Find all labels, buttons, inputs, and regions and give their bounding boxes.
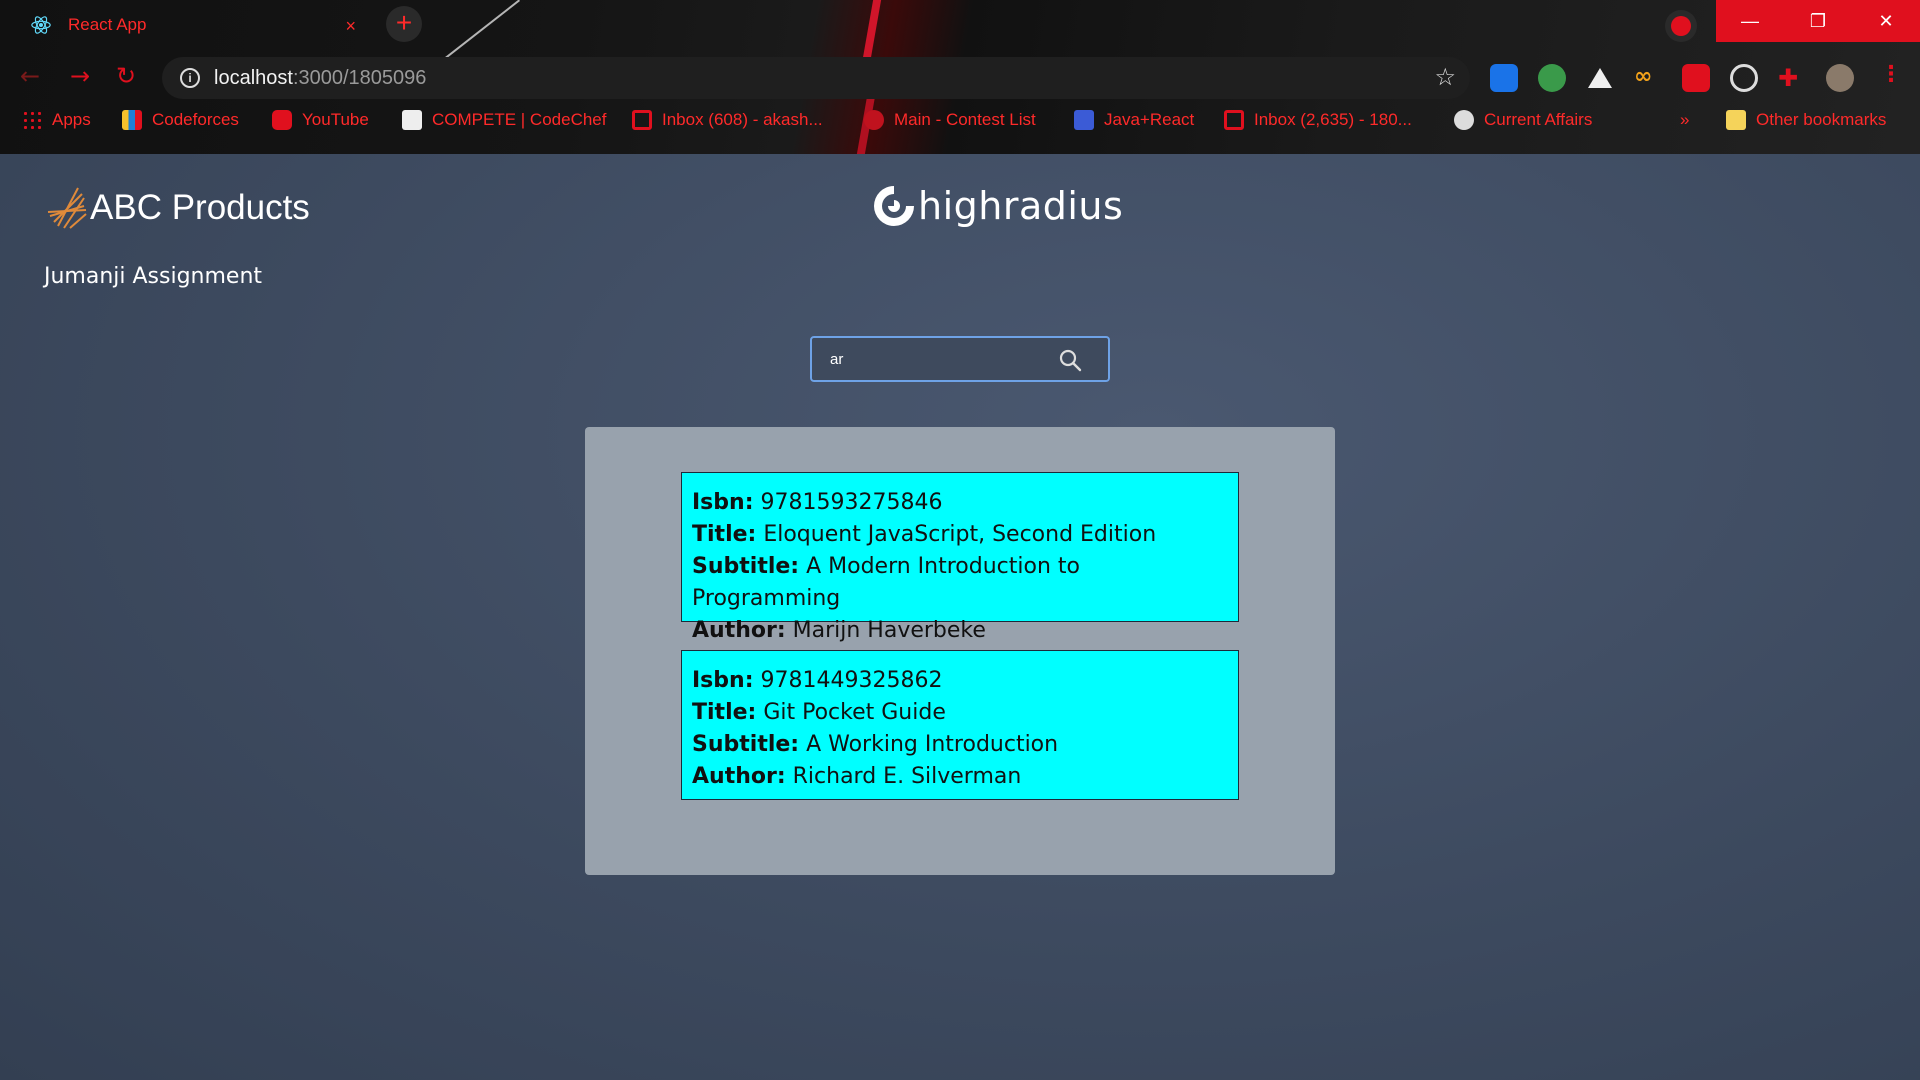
new-tab-button[interactable]: +	[386, 6, 422, 42]
url-host: localhost	[214, 66, 293, 89]
author-value: Richard E. Silverman	[792, 764, 1022, 789]
back-arrow-icon[interactable]: ←	[20, 62, 40, 90]
browser-menu-icon[interactable]: ⋮	[1880, 62, 1902, 87]
book-card[interactable]: Isbn: 9781593275846 Title: Eloquent Java…	[681, 472, 1239, 643]
results-panel: Isbn: 9781593275846 Title: Eloquent Java…	[585, 427, 1335, 875]
folder-icon	[1726, 110, 1746, 130]
gmail-icon	[632, 110, 652, 130]
extension-b-icon[interactable]	[1490, 64, 1518, 92]
highradius-logo: highradius	[870, 182, 1123, 230]
contest-icon	[864, 110, 884, 130]
bookmark-current-affairs[interactable]: Current Affairs	[1454, 110, 1592, 130]
author-label: Author:	[692, 764, 786, 789]
extensions-puzzle-icon[interactable]: ✚	[1778, 64, 1806, 92]
subtitle-label: Subtitle:	[692, 554, 800, 579]
forward-arrow-icon[interactable]: →	[70, 62, 90, 90]
isbn-label: Isbn:	[692, 490, 754, 515]
app-page: ABC Products highradius Jumanji Assignme…	[0, 154, 1920, 1080]
book-card[interactable]: Isbn: 9781449325862 Title: Git Pocket Gu…	[681, 650, 1239, 800]
bookmark-java-react[interactable]: Java+React	[1074, 110, 1194, 130]
brand: ABC Products	[44, 184, 310, 232]
chrome-theme-stripe	[862, 0, 882, 58]
codechef-icon	[402, 110, 422, 130]
browser-chrome: React App × + — ❐ ✕ ← → ↻ i localhost:30…	[0, 0, 1920, 154]
isbn-row: Isbn: 9781593275846	[692, 487, 1228, 519]
title-row: Title: Git Pocket Guide	[692, 697, 1228, 729]
isbn-label: Isbn:	[692, 668, 754, 693]
bookmark-inbox-2635[interactable]: Inbox (2,635) - 180...	[1224, 110, 1412, 130]
browser-tab[interactable]: React App ×	[10, 6, 370, 44]
avatar[interactable]	[1826, 64, 1854, 92]
window-controls: — ❐ ✕	[1716, 0, 1920, 42]
other-bookmarks[interactable]: Other bookmarks	[1726, 110, 1886, 130]
title-label: Title:	[692, 700, 757, 725]
search-input[interactable]	[830, 350, 1060, 368]
author-row: Author: Marijn Haverbeke	[692, 615, 1228, 647]
highradius-wordmark: highradius	[918, 184, 1124, 228]
react-icon	[31, 16, 51, 34]
tab-title: React App	[68, 15, 147, 34]
profile-icon[interactable]	[1665, 10, 1697, 42]
site-info-icon[interactable]: i	[180, 68, 200, 88]
author-value: Marijn Haverbeke	[792, 618, 986, 643]
restore-button[interactable]: ❐	[1784, 0, 1852, 42]
gmail-icon	[1224, 110, 1244, 130]
url-path: :3000/1805096	[292, 66, 427, 89]
bookmarks-overflow-button[interactable]: »	[1680, 110, 1689, 130]
title-value: Eloquent JavaScript, Second Edition	[763, 522, 1157, 547]
apps-grid-icon	[22, 110, 42, 130]
title-value: Git Pocket Guide	[763, 700, 946, 725]
bookmark-codeforces[interactable]: Codeforces	[122, 110, 239, 130]
subtitle-label: Subtitle:	[692, 732, 800, 757]
author-label: Author:	[692, 618, 786, 643]
subtitle-row: Subtitle: A Working Introduction	[692, 729, 1228, 761]
bookmark-codechef[interactable]: COMPETE | CodeChef	[402, 110, 606, 130]
bookmark-contest-list[interactable]: Main - Contest List	[864, 110, 1036, 130]
title-label: Title:	[692, 522, 757, 547]
brand-name: ABC Products	[90, 188, 310, 227]
search-icon[interactable]	[1058, 348, 1082, 372]
bookmark-star-icon[interactable]: ☆	[1434, 63, 1456, 91]
bookmarks-bar: Apps Codeforces YouTube COMPETE | CodeCh…	[0, 110, 1920, 140]
java-react-icon	[1074, 110, 1094, 130]
youtube-icon	[272, 110, 292, 130]
codeforces-icon	[122, 110, 142, 130]
abc-logo-icon	[47, 187, 87, 229]
isbn-value: 9781593275846	[760, 490, 943, 515]
bookmark-youtube[interactable]: YouTube	[272, 110, 369, 130]
page-subtitle: Jumanji Assignment	[44, 264, 263, 289]
title-row: Title: Eloquent JavaScript, Second Editi…	[692, 519, 1228, 551]
author-row: Author: Richard E. Silverman	[692, 761, 1228, 793]
window-close-button[interactable]: ✕	[1852, 0, 1920, 42]
bookmark-inbox-608[interactable]: Inbox (608) - akash...	[632, 110, 823, 130]
address-bar[interactable]: i localhost:3000/1805096 ☆	[162, 57, 1470, 99]
minimize-button[interactable]: —	[1716, 0, 1784, 42]
extension-puzzle-red-icon[interactable]	[1682, 64, 1710, 92]
extension-target-icon[interactable]	[1730, 64, 1758, 92]
bookmark-apps[interactable]: Apps	[22, 110, 91, 130]
extension-mountain-icon[interactable]	[1586, 64, 1614, 92]
current-affairs-icon	[1454, 110, 1474, 130]
chrome-theme-streak	[439, 0, 521, 63]
extension-globe-icon[interactable]	[1538, 64, 1566, 92]
subtitle-value: A Working Introduction	[806, 732, 1059, 757]
highradius-icon	[874, 186, 914, 226]
reload-icon[interactable]: ↻	[116, 62, 136, 90]
isbn-value: 9781449325862	[760, 668, 943, 693]
subtitle-row: Subtitle: A Modern Introduction to Progr…	[692, 551, 1228, 615]
extension-infinity-icon[interactable]: ∞	[1634, 64, 1662, 92]
tab-close-icon[interactable]: ×	[345, 16, 356, 37]
isbn-row: Isbn: 9781449325862	[692, 665, 1228, 697]
search-box	[810, 336, 1110, 382]
